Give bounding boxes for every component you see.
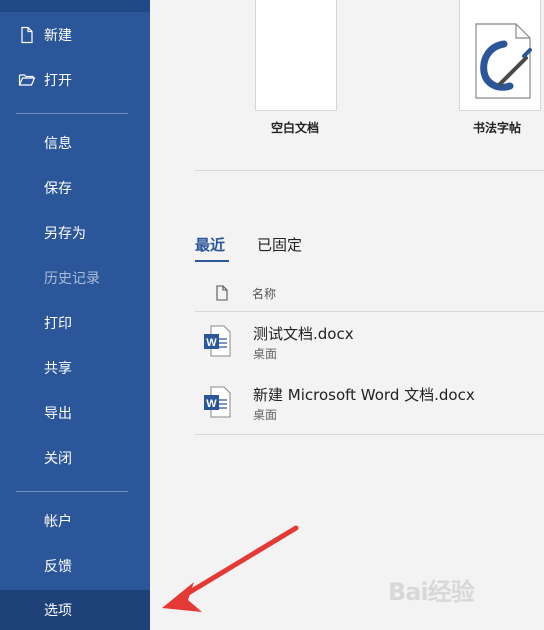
open-folder-icon [18,74,36,86]
red-arrow-annotation [162,525,299,612]
sidebar-item-label: 新建 [44,28,72,44]
sidebar-divider [16,113,128,114]
recent-file-row[interactable]: W 测试文档.docx 桌面 [195,316,544,372]
sidebar-item-label: 信息 [44,136,72,152]
template-calligraphy[interactable] [459,0,541,111]
sidebar-item-label: 反馈 [44,559,72,575]
sidebar-item-label: 保存 [44,181,72,197]
sidebar-item-account[interactable]: 帐户 [0,500,150,542]
sidebar-item-close[interactable]: 关闭 [0,437,150,479]
document-column-icon [216,285,228,301]
sidebar-item-info[interactable]: 信息 [0,122,150,164]
word-doc-icon: W [204,325,231,357]
svg-text:W: W [206,398,217,410]
new-file-icon [21,26,33,44]
sidebar-item-label: 打开 [44,73,72,89]
watermark-logo: Bai经验 [388,578,475,606]
sidebar-item-open[interactable]: 打开 [0,59,150,101]
tab-recent[interactable]: 最近 [195,234,225,255]
file-location: 桌面 [253,408,278,422]
template-blank-document[interactable] [255,0,337,111]
sidebar-item-label: 帐户 [44,514,72,530]
sidebar-item-options[interactable]: 选项 [0,590,150,630]
recent-file-row[interactable]: W 新建 Microsoft Word 文档.docx 桌面 [195,377,544,433]
template-label: 书法字帖 [472,121,521,135]
column-header-name[interactable]: 名称 [252,285,276,302]
sidebar-item-label: 导出 [44,406,72,422]
tab-active-indicator [195,260,229,262]
file-name: 新建 Microsoft Word 文档.docx [253,386,475,404]
sidebar-item-feedback[interactable]: 反馈 [0,545,150,587]
back-button-strip[interactable] [0,0,150,12]
sidebar-item-share[interactable]: 共享 [0,347,150,389]
sidebar-item-save-as[interactable]: 另存为 [0,212,150,254]
backstage-sidebar: 新建 打开 信息 保存 另存为 历史记录 打印 共享 导出 关闭 帐户 反馈 选… [0,0,150,630]
sidebar-item-label: 关闭 [44,451,72,467]
sidebar-item-print[interactable]: 打印 [0,302,150,344]
list-divider [195,311,544,312]
sidebar-item-new[interactable]: 新建 [0,14,150,56]
sidebar-item-label: 历史记录 [44,271,100,287]
calligraphy-template-icon [475,23,532,99]
tab-pinned[interactable]: 已固定 [257,234,302,255]
file-location: 桌面 [253,347,278,361]
svg-text:W: W [206,337,217,349]
section-divider [195,170,544,171]
list-divider [195,434,544,435]
sidebar-item-label: 共享 [44,361,72,377]
file-name: 测试文档.docx [253,325,354,343]
sidebar-item-label: 另存为 [44,226,86,242]
sidebar-item-export[interactable]: 导出 [0,392,150,434]
sidebar-item-label: 选项 [44,603,72,619]
word-doc-icon: W [204,386,231,418]
template-label: 空白文档 [270,121,319,135]
sidebar-item-save[interactable]: 保存 [0,167,150,209]
sidebar-item-label: 打印 [44,316,72,332]
sidebar-divider [16,491,128,492]
sidebar-item-history: 历史记录 [0,257,150,299]
